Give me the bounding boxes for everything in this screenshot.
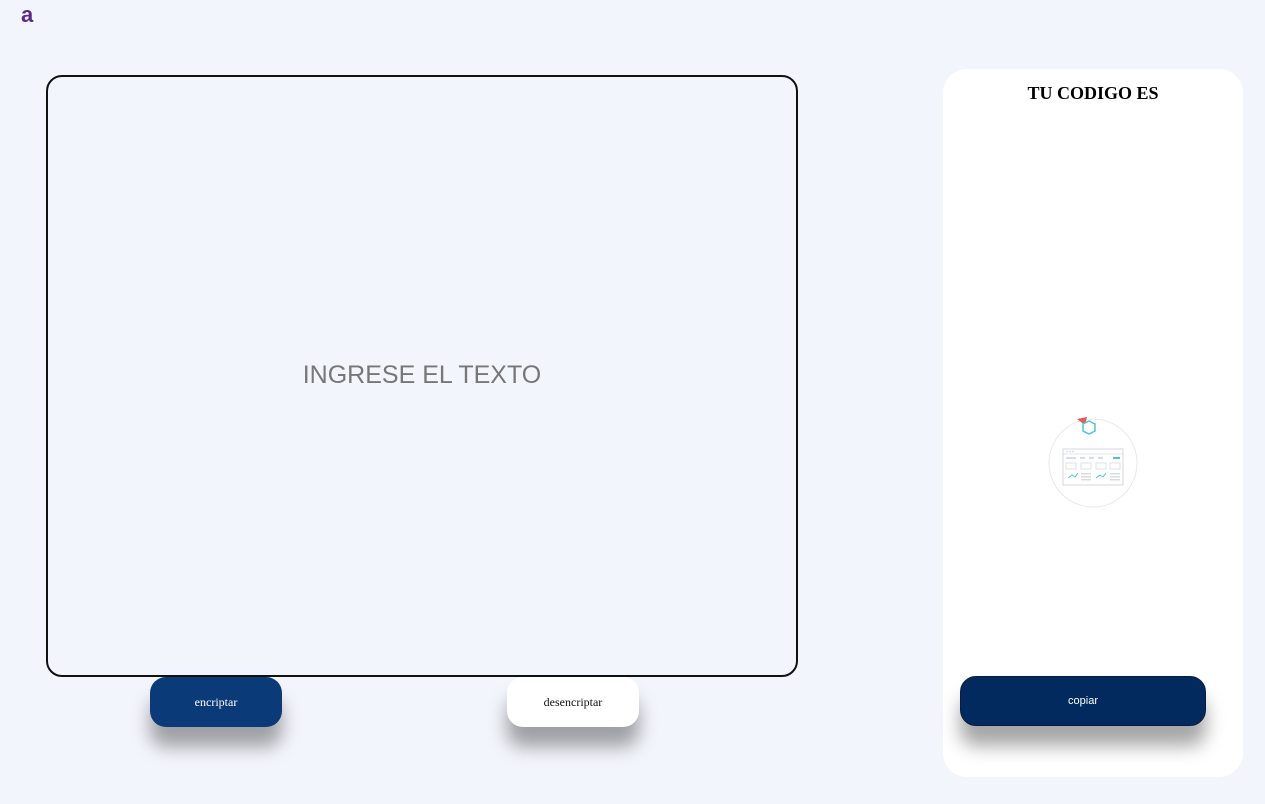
output-title: TU CODIGO ES [1027,83,1159,103]
logo: a [21,2,34,27]
illustration-svg [1048,417,1138,508]
encrypt-button[interactable]: encriptar [150,677,282,727]
output-panel: TU CODIGO ES copiar [943,69,1243,777]
text-input[interactable] [48,77,796,675]
decrypt-button[interactable]: desencriptar [507,677,639,727]
copy-button[interactable]: copiar [960,676,1206,726]
text-input-container [46,75,798,677]
dashboard-illustration-icon [1047,417,1139,509]
